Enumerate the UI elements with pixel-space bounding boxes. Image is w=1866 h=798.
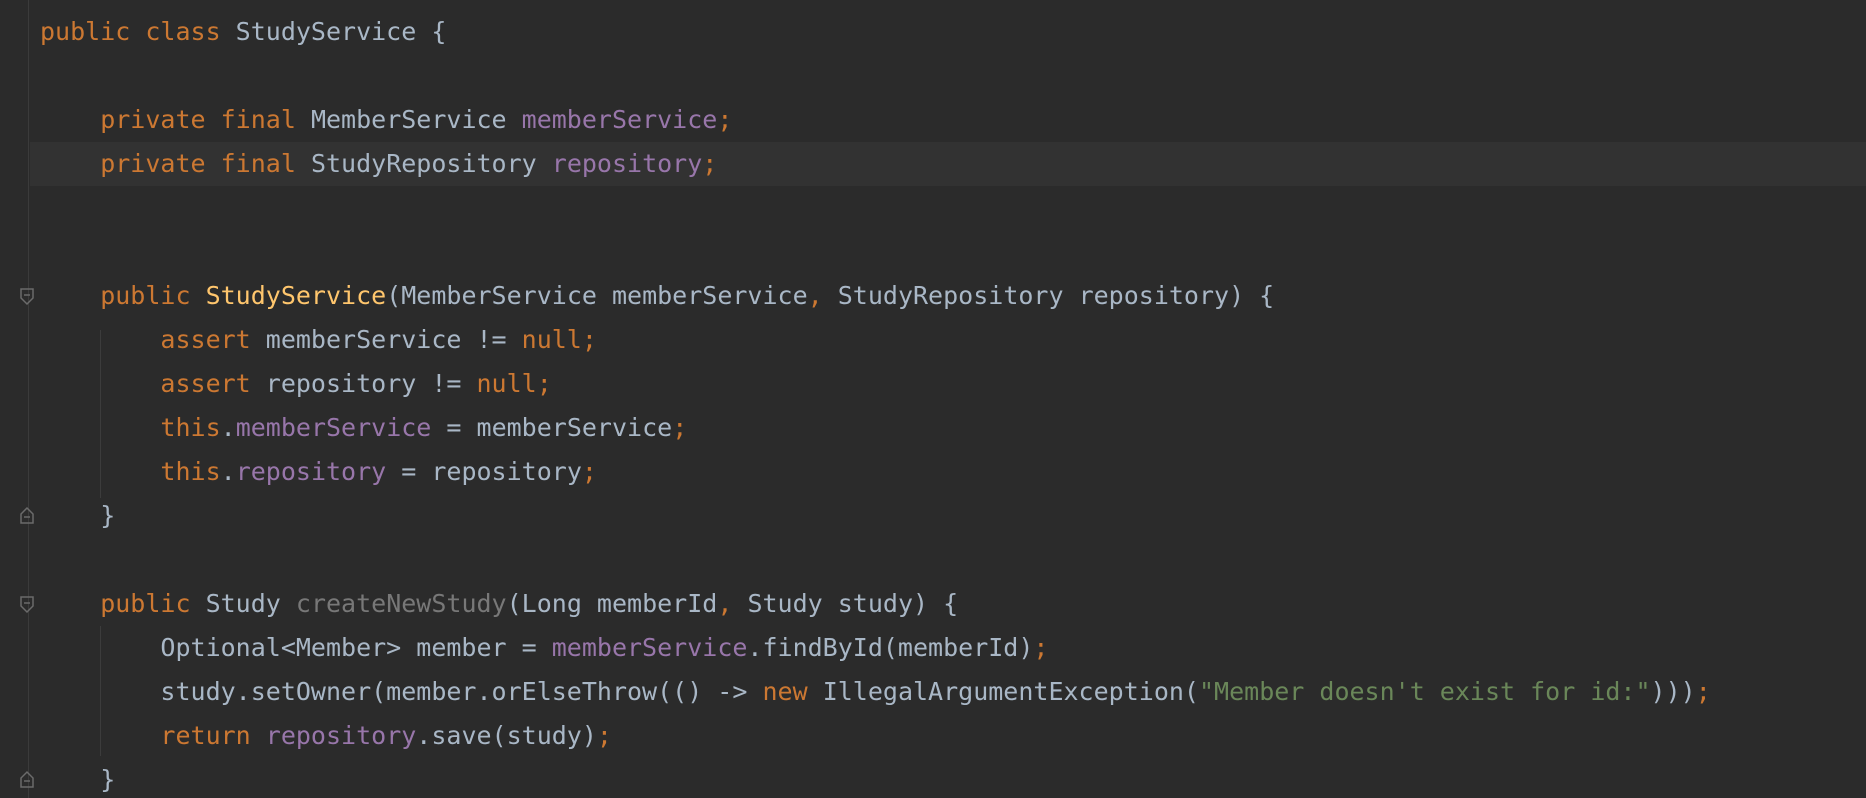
code-line[interactable]: public StudyService(MemberService member… [40, 274, 1274, 318]
code-line[interactable]: study.setOwner(member.orElseThrow(() -> … [40, 670, 1711, 714]
code-line[interactable]: } [40, 494, 115, 538]
code-token: = repository [386, 457, 582, 486]
fold-open-icon[interactable] [19, 596, 35, 614]
code-token: ))) [1650, 677, 1696, 706]
code-token: createNewStudy [295, 589, 507, 618]
code-token: memberService != [265, 325, 522, 354]
code-line[interactable]: Optional<Member> member = memberService.… [40, 626, 1048, 670]
code-token: public class [40, 17, 236, 46]
code-token: new [762, 677, 823, 706]
code-line[interactable]: this.memberService = memberService; [40, 406, 687, 450]
code-token: StudyRepository [310, 149, 552, 178]
code-token: repository [235, 457, 387, 486]
code-token: ; [717, 105, 733, 134]
code-token: ; [672, 413, 688, 442]
code-token: memberService [521, 105, 718, 134]
code-line[interactable]: private final MemberService memberServic… [40, 98, 732, 142]
code-token: this [40, 457, 221, 486]
code-token: (Long memberId [506, 589, 718, 618]
code-line[interactable]: } [40, 758, 115, 798]
code-token: public [40, 589, 206, 618]
code-token: return [40, 721, 266, 750]
code-token: , [717, 589, 748, 618]
code-token: "Member doesn't exist for id:" [1198, 677, 1651, 706]
code-token: ; [702, 149, 718, 178]
code-token: .save(study) [416, 721, 597, 750]
code-token: private final [40, 105, 311, 134]
code-token: .findById(memberId) [747, 633, 1034, 662]
code-token: (MemberService memberService [386, 281, 808, 310]
code-token: assert [40, 369, 266, 398]
code-token: repository [551, 149, 703, 178]
code-token: . [220, 413, 236, 442]
code-token: null; [521, 325, 597, 354]
editor-gutter [0, 0, 30, 798]
code-token: ; [581, 457, 597, 486]
code-token: Study [205, 589, 296, 618]
code-token: StudyService [205, 281, 387, 310]
code-token: ; [1033, 633, 1049, 662]
code-token: Study study) { [747, 589, 959, 618]
code-token: Optional<Member> member = [40, 633, 552, 662]
code-token: StudyService { [235, 17, 447, 46]
code-token: memberService [235, 413, 432, 442]
fold-close-icon[interactable] [19, 770, 35, 788]
code-token: memberService [551, 633, 748, 662]
code-token: study.setOwner(member.orElseThrow(() -> [40, 677, 763, 706]
code-token: repository [265, 721, 417, 750]
code-token: , [807, 281, 838, 310]
fold-open-icon[interactable] [19, 288, 35, 306]
code-token: public [40, 281, 206, 310]
code-token: ; [596, 721, 612, 750]
code-line[interactable]: return repository.save(study); [40, 714, 612, 758]
code-line[interactable]: private final StudyRepository repository… [40, 142, 717, 186]
code-token: IllegalArgumentException( [822, 677, 1199, 706]
code-line[interactable]: public class StudyService { [40, 10, 446, 54]
fold-close-icon[interactable] [19, 506, 35, 524]
code-token: . [220, 457, 236, 486]
code-token: repository != [265, 369, 477, 398]
code-editor[interactable]: public class StudyService { private fina… [0, 0, 1866, 798]
code-token: } [40, 765, 116, 794]
code-line[interactable]: this.repository = repository; [40, 450, 597, 494]
code-token: null; [476, 369, 552, 398]
code-token: private final [40, 149, 311, 178]
code-line[interactable]: assert memberService != null; [40, 318, 597, 362]
code-token: this [40, 413, 221, 442]
code-line[interactable]: assert repository != null; [40, 362, 552, 406]
code-token: StudyRepository repository) { [837, 281, 1275, 310]
code-token: = memberService [431, 413, 673, 442]
code-token: MemberService [310, 105, 522, 134]
code-token: } [40, 501, 116, 530]
gutter-divider [28, 0, 29, 798]
code-token: ; [1695, 677, 1711, 706]
code-token: assert [40, 325, 266, 354]
code-line[interactable]: public Study createNewStudy(Long memberI… [40, 582, 958, 626]
